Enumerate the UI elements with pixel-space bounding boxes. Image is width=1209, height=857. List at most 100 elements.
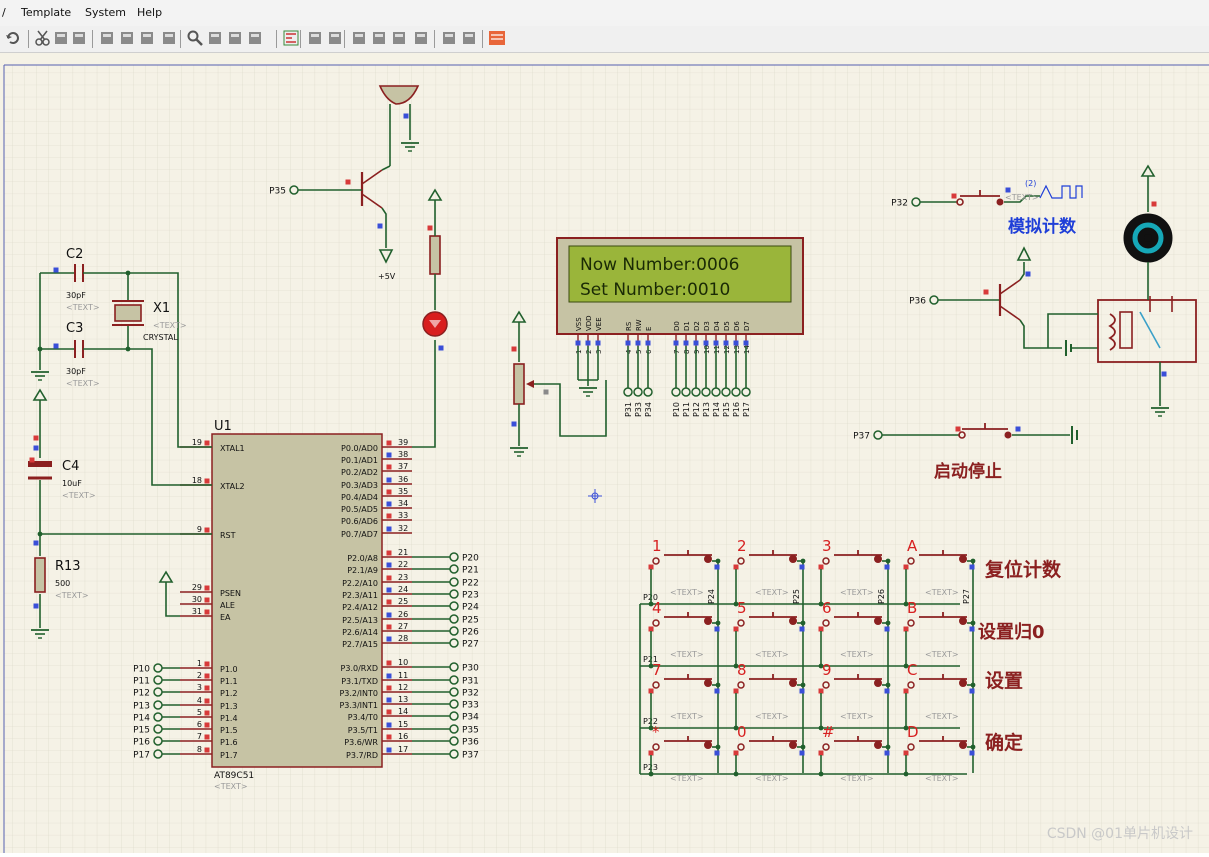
mcu-pin-number: 19 xyxy=(192,438,202,447)
block-rotate-icon[interactable] xyxy=(138,29,156,47)
pin-marker xyxy=(204,527,210,533)
key-label: 8 xyxy=(737,661,747,679)
pin-marker xyxy=(1161,371,1167,377)
pin-marker xyxy=(903,564,909,570)
pin-marker xyxy=(204,722,210,728)
junction-dot xyxy=(800,558,806,564)
terminal-label: P35 xyxy=(462,726,479,736)
pin-marker xyxy=(645,340,651,346)
netlist-icon[interactable] xyxy=(390,29,408,47)
lcd-pin-name: D6 xyxy=(733,321,741,331)
pin-marker xyxy=(33,603,39,609)
mcu-pin-number: 18 xyxy=(192,476,202,485)
schematic-canvas[interactable]: U1AT89C51<TEXT>19XTAL118XTAL29RST29PSEN3… xyxy=(0,53,1209,853)
mcu-pin-name: P1.4 xyxy=(220,714,238,723)
pin-marker xyxy=(799,688,805,694)
pin-marker xyxy=(204,661,210,667)
terminal-label: P36 xyxy=(462,738,479,748)
key-text: <TEXT> xyxy=(755,588,789,597)
junction-dot xyxy=(903,771,909,777)
menu-view[interactable]: / xyxy=(2,6,6,19)
key-text: <TEXT> xyxy=(670,650,704,659)
pin-marker xyxy=(884,564,890,570)
undo-icon[interactable] xyxy=(4,29,22,47)
mcu-pin-number: 28 xyxy=(398,634,408,643)
terminal-node xyxy=(711,387,721,397)
search-tag-icon[interactable] xyxy=(226,29,244,47)
pin-marker xyxy=(903,626,909,632)
block-copy-icon[interactable] xyxy=(98,29,116,47)
zoom-icon[interactable] xyxy=(186,29,204,47)
design-explorer-icon[interactable] xyxy=(282,29,300,47)
electrical-rule-check-icon[interactable] xyxy=(440,29,458,47)
lcd-pin-number: 12 xyxy=(723,345,731,354)
search-icon[interactable] xyxy=(306,29,324,47)
pin-marker xyxy=(955,426,961,432)
cut-icon[interactable] xyxy=(34,29,52,47)
lcd-pin-number: 8 xyxy=(683,350,691,354)
junction-dot xyxy=(970,558,976,564)
c4-value: 10uF xyxy=(62,479,82,488)
push-button-icon xyxy=(996,198,1004,206)
block-delete-icon[interactable] xyxy=(160,29,178,47)
remove-sheet-icon[interactable] xyxy=(370,29,388,47)
terminal-node xyxy=(929,295,939,305)
mcu-pin-name: P2.5/A13 xyxy=(342,616,378,625)
terminal-label: P27 xyxy=(462,640,479,650)
pin-marker xyxy=(386,722,392,728)
lcd-pin-name: E xyxy=(645,327,653,331)
pcb-layout-icon[interactable] xyxy=(488,29,506,47)
lcd-pin-name: RS xyxy=(625,321,633,331)
lcd-pin-name: D4 xyxy=(713,321,721,331)
key-text: <TEXT> xyxy=(925,774,959,783)
lcd-pin-name: VEE xyxy=(595,317,603,331)
export-icon[interactable] xyxy=(460,29,478,47)
mcu-pin-name: P3.5/T1 xyxy=(348,726,378,735)
pin-marker xyxy=(511,421,517,427)
key-text: <TEXT> xyxy=(670,588,704,597)
new-sheet-icon[interactable] xyxy=(350,29,368,47)
lcd-pin-name: D0 xyxy=(673,321,681,331)
mcu-ref: U1 xyxy=(214,419,232,434)
menu-template[interactable]: Template xyxy=(21,6,71,19)
pin-marker xyxy=(799,564,805,570)
terminal-label: P15 xyxy=(722,402,731,417)
pin-marker xyxy=(648,626,654,632)
paste-icon[interactable] xyxy=(70,29,88,47)
key-label: B xyxy=(907,599,917,617)
terminal-label: P12 xyxy=(133,689,150,699)
pin-marker xyxy=(903,750,909,756)
watermark-text: CSDN @01单片机设计 xyxy=(1046,826,1193,842)
pin-marker xyxy=(648,750,654,756)
property-assign-icon[interactable] xyxy=(246,29,264,47)
mcu-pin-name: P2.6/A14 xyxy=(342,628,378,637)
pin-marker xyxy=(884,750,890,756)
terminal-node xyxy=(449,662,459,672)
mcu-pin-number: 26 xyxy=(398,610,408,619)
key-text: <TEXT> xyxy=(925,712,959,721)
key-switch-icon xyxy=(704,617,712,625)
lcd-pin-number: 14 xyxy=(743,345,751,354)
mcu-pin-number: 29 xyxy=(192,583,202,592)
pin-marker xyxy=(818,688,824,694)
mcu-pin-number: 3 xyxy=(197,683,202,692)
pin-marker xyxy=(648,564,654,570)
key-switch-icon xyxy=(874,679,882,687)
copy-icon[interactable] xyxy=(52,29,70,47)
terminal-node xyxy=(449,577,459,587)
motor-icon xyxy=(1144,234,1152,242)
x1-ref: X1 xyxy=(153,301,170,316)
pin-marker xyxy=(386,501,392,507)
key-switch-icon xyxy=(874,555,882,563)
c2-text: <TEXT> xyxy=(66,303,100,312)
block-move-icon[interactable] xyxy=(118,29,136,47)
lcd-line-2: Set Number:0010 xyxy=(580,280,730,300)
menu-system[interactable]: System xyxy=(85,6,126,19)
terminal-label: P31 xyxy=(624,402,633,417)
menu-help[interactable]: Help xyxy=(137,6,162,19)
property-tool-icon[interactable] xyxy=(326,29,344,47)
mcu-pin-name: ALE xyxy=(220,601,235,610)
wire-autorouter-icon[interactable] xyxy=(206,29,224,47)
bill-of-materials-icon[interactable] xyxy=(412,29,430,47)
junction-dot xyxy=(885,558,891,564)
